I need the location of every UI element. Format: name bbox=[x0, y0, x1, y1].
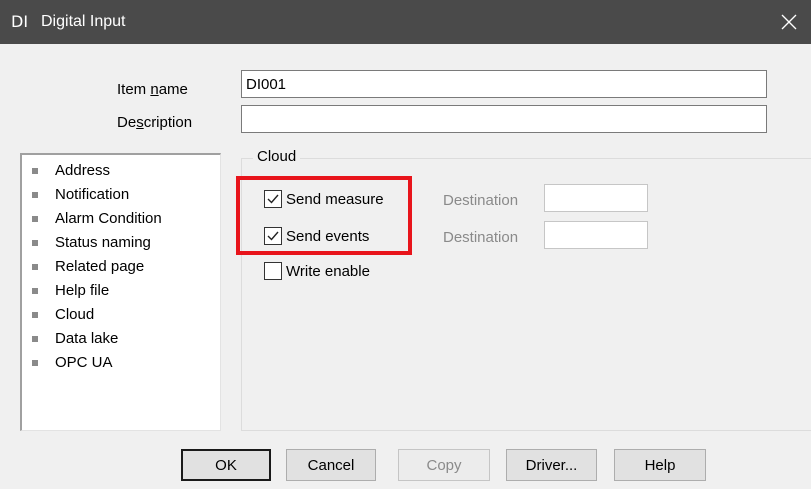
nav-item-notification[interactable]: Notification bbox=[22, 183, 220, 207]
description-label: Description bbox=[117, 114, 193, 131]
nav-item-related-page[interactable]: Related page bbox=[22, 255, 220, 279]
copy-button[interactable]: Copy bbox=[398, 449, 490, 481]
write-enable-checkbox[interactable]: Write enable bbox=[264, 262, 370, 280]
bullet-icon bbox=[32, 216, 38, 222]
cancel-button[interactable]: Cancel bbox=[286, 449, 376, 481]
bullet-icon bbox=[32, 240, 38, 246]
bullet-icon bbox=[32, 168, 38, 174]
nav-item-data-lake[interactable]: Data lake bbox=[22, 327, 220, 351]
bullet-icon bbox=[32, 360, 38, 366]
window-title: Digital Input bbox=[41, 13, 126, 30]
nav-item-alarm-condition[interactable]: Alarm Condition bbox=[22, 207, 220, 231]
nav-item-status-naming[interactable]: Status naming bbox=[22, 231, 220, 255]
events-destination-field bbox=[544, 221, 648, 249]
bullet-icon bbox=[32, 312, 38, 318]
nav-item-cloud[interactable]: Cloud bbox=[22, 303, 220, 327]
ok-button[interactable]: OK bbox=[181, 449, 271, 481]
measure-destination-field bbox=[544, 184, 648, 212]
measure-destination-label: Destination bbox=[443, 192, 519, 209]
bullet-icon bbox=[32, 336, 38, 342]
write-enable-label: Write enable bbox=[286, 262, 370, 280]
checkbox-box bbox=[264, 262, 282, 280]
bullet-icon bbox=[32, 288, 38, 294]
close-icon bbox=[781, 14, 797, 30]
highlight-box bbox=[236, 176, 412, 255]
nav-item-address[interactable]: Address bbox=[22, 159, 220, 183]
app-icon: DI bbox=[11, 12, 29, 31]
driver-button[interactable]: Driver... bbox=[506, 449, 597, 481]
bullet-icon bbox=[32, 192, 38, 198]
description-input[interactable] bbox=[241, 105, 767, 133]
cloud-group-title: Cloud bbox=[253, 146, 301, 168]
nav-item-help-file[interactable]: Help file bbox=[22, 279, 220, 303]
bullet-icon bbox=[32, 264, 38, 270]
title-bar: DI Digital Input bbox=[0, 0, 811, 44]
events-destination-label: Destination bbox=[443, 229, 519, 246]
nav-item-opc-ua[interactable]: OPC UA bbox=[22, 351, 220, 375]
item-name-input[interactable] bbox=[241, 70, 767, 98]
property-page-list[interactable]: Address Notification Alarm Condition Sta… bbox=[20, 153, 221, 431]
item-name-label: Item name bbox=[117, 81, 188, 98]
help-button[interactable]: Help bbox=[614, 449, 706, 481]
close-button[interactable] bbox=[767, 0, 811, 44]
